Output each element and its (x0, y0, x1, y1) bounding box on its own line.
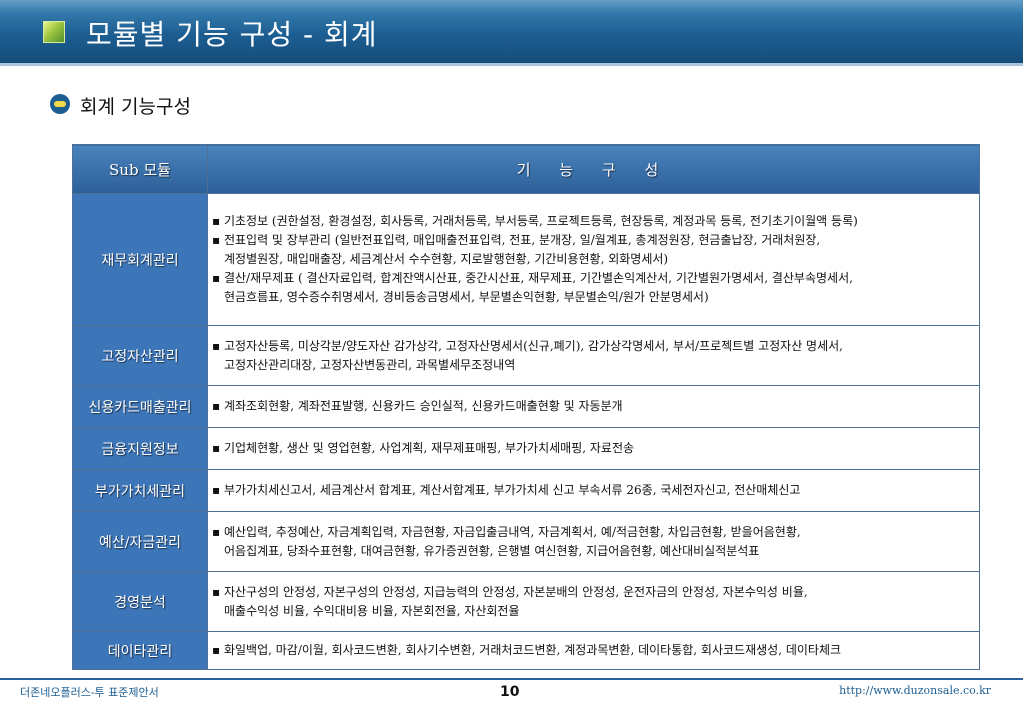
module-name: 경영분석 (72, 571, 208, 632)
module-features: ▪ 계좌조회현황, 계좌전표발행, 신용카드 승인실적, 신용카드매출현황 및 … (207, 385, 980, 428)
table-row: 금융지원정보 ▪ 기업체현황, 생산 및 영업현황, 사업계획, 재무제표매핑,… (72, 427, 980, 470)
module-name: 고정자산관리 (72, 325, 208, 386)
module-name: 금융지원정보 (72, 427, 208, 470)
table-header-row: Sub 모듈 기 능 구 성 (72, 144, 980, 194)
module-name: 데이타관리 (72, 631, 208, 670)
title-bar-shine (0, 0, 1023, 14)
module-features: ▪ 기업체현황, 생산 및 영업현황, 사업계획, 재무제표매핑, 부가가치세매… (207, 427, 980, 470)
module-name: 예산/자금관리 (72, 511, 208, 572)
table-row: 부가가치세관리 ▪ 부가가치세신고서, 세금계산서 합계표, 계산서합계표, 부… (72, 469, 980, 512)
module-features: ▪ 부가가치세신고서, 세금계산서 합계표, 계산서합계표, 부가가치세 신고 … (207, 469, 980, 512)
feature-line: ▪ 기초정보 (권한설정, 환경설정, 회사등록, 거래처등록, 부서등록, 프… (212, 214, 858, 228)
feature-line: 매출수익성 비율, 수익대비용 비율, 자본회전율, 자산회전율 (224, 603, 520, 618)
feature-line: 어음집계표, 당좌수표현황, 대여금현황, 유가증권현황, 은행별 여신현황, … (224, 543, 760, 558)
page-title: 모듈별 기능 구성 - 회계 (86, 18, 378, 51)
module-features: ▪ 화일백업, 마감/이월, 회사코드변환, 회사기수변환, 거래처코드변환, … (207, 631, 980, 670)
feature-line: ▪ 부가가치세신고서, 세금계산서 합계표, 계산서합계표, 부가가치세 신고 … (212, 483, 801, 497)
page-number: 10 (500, 684, 520, 700)
section-title: 회계 기능구성 (80, 96, 191, 118)
feature-line: ▪ 예산입력, 추정예산, 자금계획입력, 자금현황, 자금입출금내역, 자금계… (212, 524, 801, 539)
feature-line: 현금흐름표, 영수증수취명세서, 경비등송금명세서, 부문별손익현황, 부문별손… (224, 290, 709, 304)
module-features: ▪ 예산입력, 추정예산, 자금계획입력, 자금현황, 자금입출금내역, 자금계… (207, 511, 980, 572)
feature-line: ▪ 기업체현황, 생산 및 영업현황, 사업계획, 재무제표매핑, 부가가치세매… (212, 441, 635, 455)
title-bar: 모듈별 기능 구성 - 회계 (0, 0, 1023, 63)
table-row: 고정자산관리 ▪ 고정자산등록, 미상각분/양도자산 감가상각, 고정자산명세서… (72, 325, 980, 386)
table-row: 예산/자금관리 ▪ 예산입력, 추정예산, 자금계획입력, 자금현황, 자금입출… (72, 511, 980, 572)
footer-document-name: 더존네오플러스-투 표준제안서 (20, 686, 159, 699)
module-name: 부가가치세관리 (72, 469, 208, 512)
header-features: 기 능 구 성 (207, 144, 980, 194)
feature-line: ▪ 결산/재무제표 ( 결산자료입력, 합계잔액시산표, 중간시산표, 재무제표… (212, 271, 853, 285)
feature-line: ▪ 자산구성의 안정성, 자본구성의 안정성, 지급능력의 안정성, 자본분배의… (212, 584, 808, 599)
footer-divider (0, 678, 1023, 680)
feature-line: ▪ 계좌조회현황, 계좌전표발행, 신용카드 승인실적, 신용카드매출현황 및 … (212, 399, 623, 413)
module-name: 신용카드매출관리 (72, 385, 208, 428)
table-row: 데이타관리 ▪ 화일백업, 마감/이월, 회사코드변환, 회사기수변환, 거래처… (72, 631, 980, 670)
table-row: 재무회계관리 ▪ 기초정보 (권한설정, 환경설정, 회사등록, 거래처등록, … (72, 193, 980, 326)
table-row: 신용카드매출관리 ▪ 계좌조회현황, 계좌전표발행, 신용카드 승인실적, 신용… (72, 385, 980, 428)
feature-line: ▪ 화일백업, 마감/이월, 회사코드변환, 회사기수변환, 거래처코드변환, … (212, 643, 842, 657)
feature-line: ▪ 고정자산등록, 미상각분/양도자산 감가상각, 고정자산명세서(신규,폐기)… (212, 338, 843, 353)
oval-bullet-icon (50, 94, 70, 114)
header-sub-module: Sub 모듈 (72, 144, 208, 194)
title-underline (0, 63, 1023, 66)
table-row: 경영분석 ▪ 자산구성의 안정성, 자본구성의 안정성, 지급능력의 안정성, … (72, 571, 980, 632)
feature-line: 고정자산관리대장, 고정자산변동관리, 과목별세무조정내역 (224, 357, 516, 372)
footer-url: http://www.duzonsale.co.kr (839, 684, 991, 697)
module-features: ▪ 자산구성의 안정성, 자본구성의 안정성, 지급능력의 안정성, 자본분배의… (207, 571, 980, 632)
module-features: ▪ 고정자산등록, 미상각분/양도자산 감가상각, 고정자산명세서(신규,폐기)… (207, 325, 980, 386)
module-features: ▪ 기초정보 (권한설정, 환경설정, 회사등록, 거래처등록, 부서등록, 프… (207, 193, 980, 326)
feature-line: ▪ 전표입력 및 장부관리 (일반전표입력, 매입매출전표입력, 전표, 분개장… (212, 233, 821, 247)
feature-table: Sub 모듈 기 능 구 성 재무회계관리 ▪ 기초정보 (권한설정, 환경설정… (72, 144, 980, 670)
module-name: 재무회계관리 (72, 193, 208, 326)
feature-line: 계정별원장, 매입매출장, 세금계산서 수수현황, 지로발행현황, 기간비용현황… (224, 252, 669, 266)
green-square-icon (43, 21, 65, 43)
